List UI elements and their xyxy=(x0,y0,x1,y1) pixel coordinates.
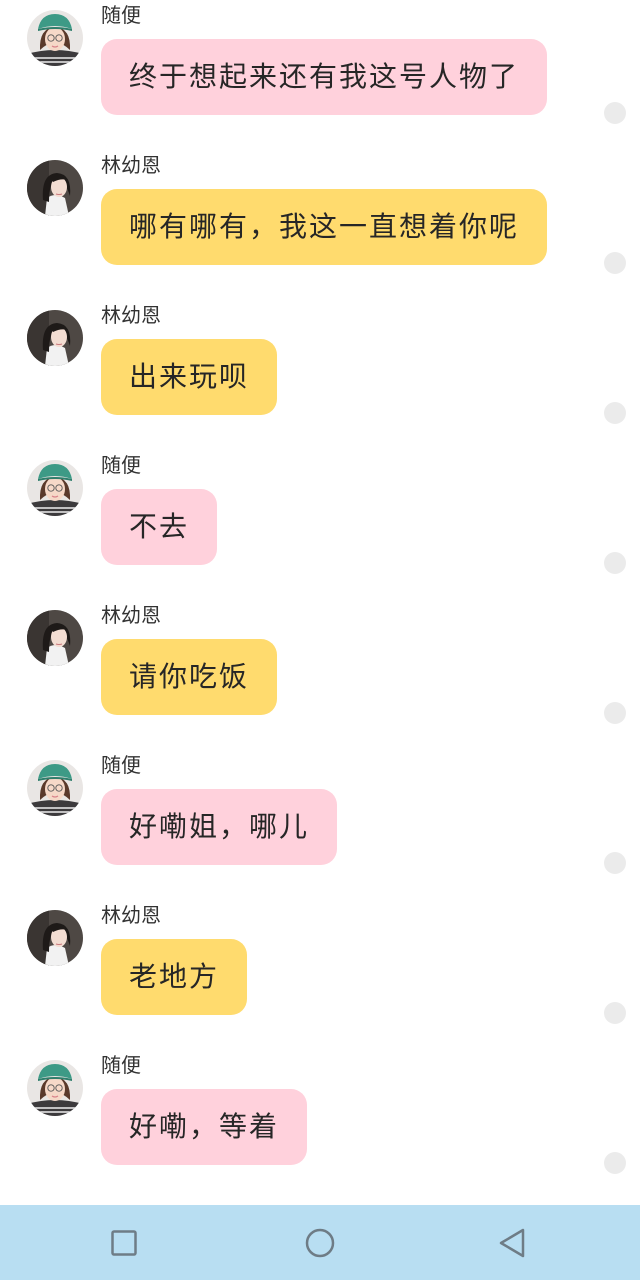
message-bubble[interactable]: 出来玩呗 xyxy=(101,339,278,415)
message-bubble[interactable]: 老地方 xyxy=(101,939,248,1015)
message-bubble[interactable]: 好嘞，等着 xyxy=(101,1089,308,1165)
green-cap-girl-avatar[interactable] xyxy=(27,460,83,516)
dark-hair-girl-avatar[interactable] xyxy=(27,910,83,966)
message-bubble[interactable]: 哪有哪有，我这一直想着你呢 xyxy=(101,189,548,265)
message-row: 林幼恩 哪有哪有，我这一直想着你呢 xyxy=(0,150,640,300)
sender-name: 随便 xyxy=(101,3,141,27)
dark-hair-girl-avatar[interactable] xyxy=(27,610,83,666)
dark-hair-girl-avatar[interactable] xyxy=(27,310,83,366)
message-bubble[interactable]: 好嘞姐，哪儿 xyxy=(101,789,338,865)
message-row: 林幼恩 老地方 xyxy=(0,900,640,1050)
sender-name: 林幼恩 xyxy=(101,603,161,627)
message-row: 林幼恩 出来玩呗 xyxy=(0,300,640,450)
sender-name: 随便 xyxy=(101,1053,141,1077)
sender-name: 林幼恩 xyxy=(101,303,161,327)
message-bubble[interactable]: 不去 xyxy=(101,489,218,565)
read-status-dot xyxy=(604,1002,626,1024)
message-row: 随便 终于想起来还有我这号人物了 xyxy=(0,0,640,150)
message-row: 随便 好嘞，等着 xyxy=(0,1050,640,1200)
read-status-dot xyxy=(604,1152,626,1174)
sender-name: 随便 xyxy=(101,453,141,477)
message-bubble[interactable]: 终于想起来还有我这号人物了 xyxy=(101,39,548,115)
read-status-dot xyxy=(604,702,626,724)
back-icon[interactable] xyxy=(495,1225,531,1261)
read-status-dot xyxy=(604,102,626,124)
sender-name: 林幼恩 xyxy=(101,903,161,927)
sender-name: 林幼恩 xyxy=(101,153,161,177)
message-row: 随便 不去 xyxy=(0,450,640,600)
system-navigation-bar xyxy=(0,1205,640,1280)
read-status-dot xyxy=(604,252,626,274)
read-status-dot xyxy=(604,402,626,424)
sender-name: 随便 xyxy=(101,753,141,777)
message-row: 随便 好嘞姐，哪儿 xyxy=(0,750,640,900)
read-status-dot xyxy=(604,552,626,574)
green-cap-girl-avatar[interactable] xyxy=(27,1060,83,1116)
green-cap-girl-avatar[interactable] xyxy=(27,760,83,816)
recent-apps-icon[interactable] xyxy=(106,1225,142,1261)
home-icon[interactable] xyxy=(302,1225,338,1261)
chat-history[interactable]: 随便 终于想起来还有我这号人物了 林幼恩 哪有哪有，我这一直想着你呢 林幼恩 出… xyxy=(0,0,640,1205)
dark-hair-girl-avatar[interactable] xyxy=(27,160,83,216)
read-status-dot xyxy=(604,852,626,874)
message-row: 林幼恩 请你吃饭 xyxy=(0,600,640,750)
message-bubble[interactable]: 请你吃饭 xyxy=(101,639,278,715)
green-cap-girl-avatar[interactable] xyxy=(27,10,83,66)
